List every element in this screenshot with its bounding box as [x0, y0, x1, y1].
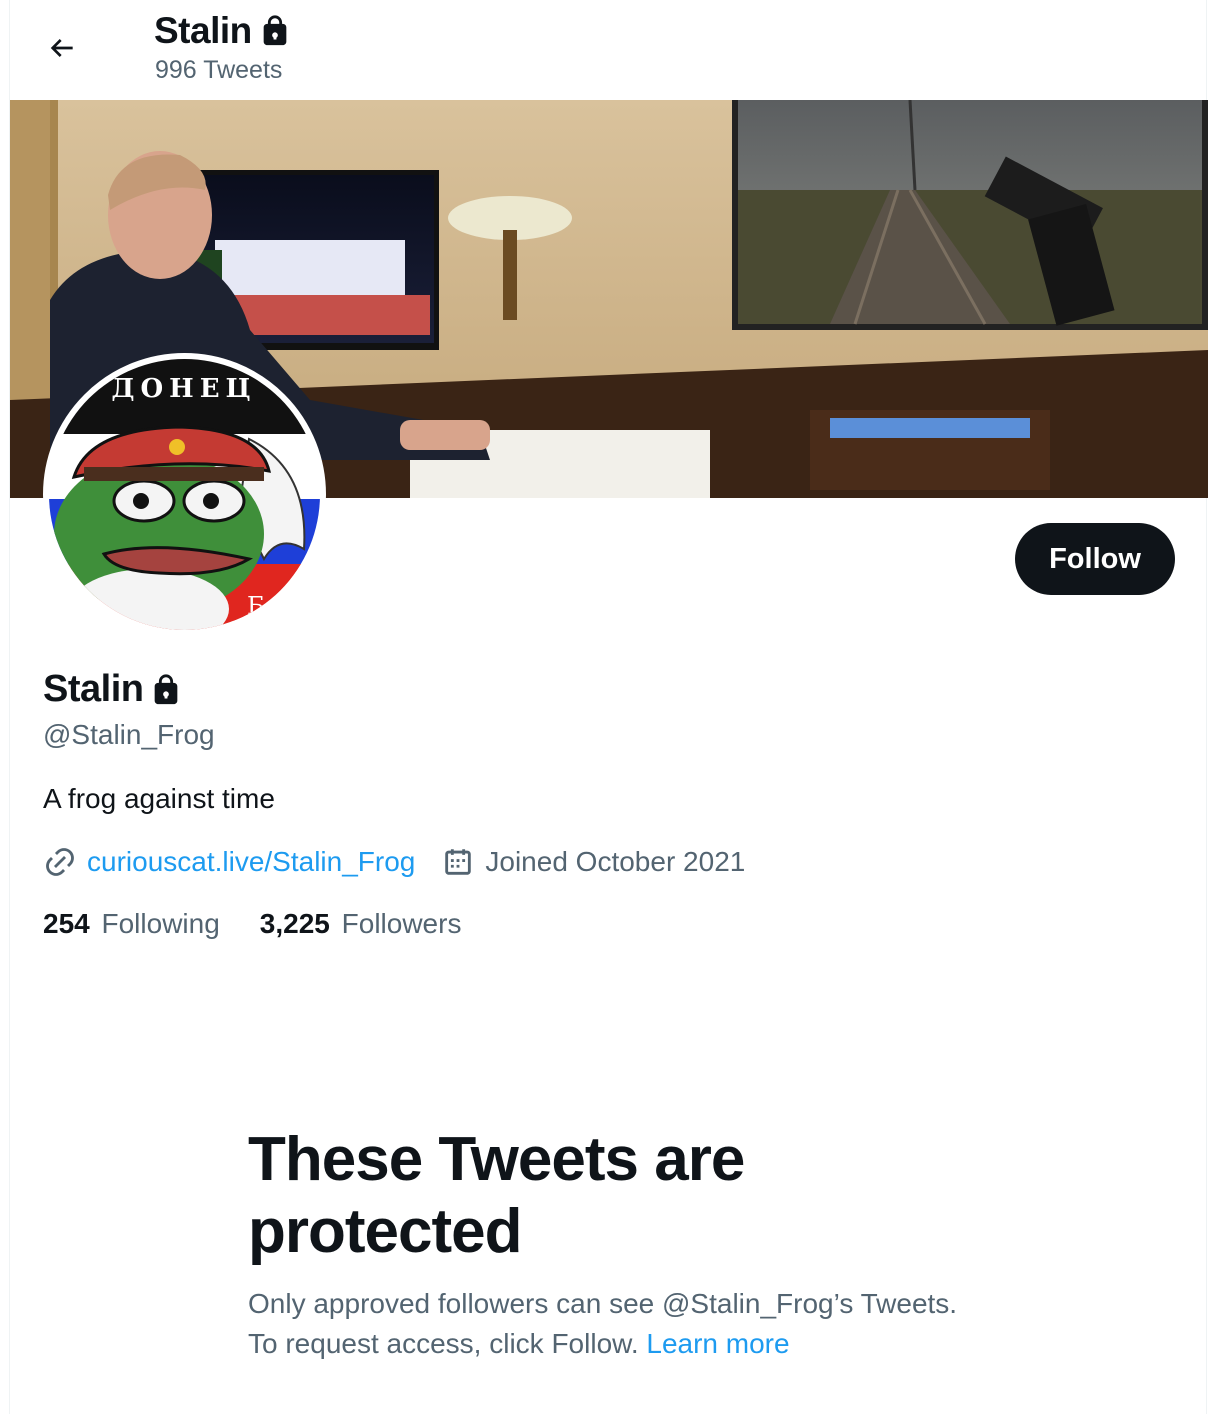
learn-more-link[interactable]: Learn more — [646, 1328, 789, 1359]
following-count: 254 — [43, 908, 90, 939]
protected-title: These Tweets are protected — [248, 1125, 745, 1266]
profile-bio: A frog against time — [43, 783, 275, 814]
protected-body-text: Only approved followers can see @Stalin_… — [248, 1288, 958, 1359]
tweet-count: 996 Tweets — [155, 56, 283, 84]
profile-avatar[interactable]: ДОНЕЦ Б — [43, 353, 326, 636]
avatar-bottom-text: Б — [247, 592, 265, 620]
profile-display-name: Stalin — [43, 668, 144, 710]
following-stat[interactable]: 254 Following — [43, 908, 220, 940]
profile-handle: @Stalin_Frog — [43, 719, 215, 750]
profile-column: Stalin 996 Tweets ДОНЕЦ Б Follow Stalin … — [9, 0, 1208, 1414]
lock-icon — [155, 673, 178, 704]
profile-stats: 254 Following 3,225 Followers — [43, 908, 501, 940]
followers-stat[interactable]: 3,225 Followers — [260, 908, 462, 940]
back-button[interactable] — [38, 24, 86, 72]
back-arrow-icon — [50, 39, 73, 57]
calendar-icon — [445, 849, 472, 875]
lock-icon — [263, 15, 287, 46]
followers-label: Followers — [341, 908, 462, 939]
header-title: Stalin — [154, 10, 292, 52]
follow-button[interactable]: Follow — [1015, 523, 1175, 595]
website-link[interactable]: curiouscat.live/Stalin_Frog — [87, 846, 415, 878]
avatar-image: ДОНЕЦ Б — [49, 359, 320, 630]
joined-item: Joined October 2021 — [441, 845, 745, 879]
header-display-name: Stalin — [154, 10, 252, 51]
followers-count: 3,225 — [259, 908, 330, 939]
joined-date: Joined October 2021 — [485, 846, 746, 877]
website-item: curiouscat.live/Stalin_Frog — [43, 845, 415, 879]
protected-body: Only approved followers can see @Stalin_… — [248, 1284, 968, 1364]
top-bar: Stalin 996 Tweets — [10, 0, 1208, 100]
link-icon — [46, 848, 74, 876]
profile-name: Stalin — [43, 668, 183, 711]
profile-meta: curiouscat.live/Stalin_Frog Joined Octob… — [43, 845, 771, 879]
following-label: Following — [101, 908, 220, 939]
avatar-banner-text: ДОНЕЦ — [111, 374, 256, 404]
